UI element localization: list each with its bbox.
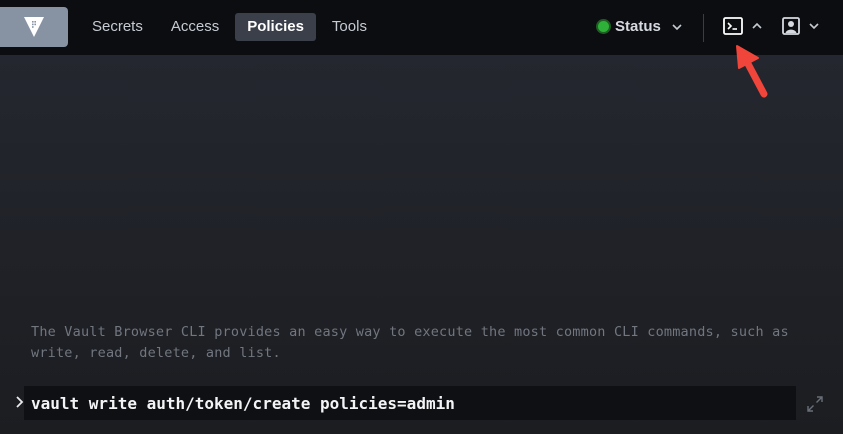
chevron-down-icon xyxy=(672,23,682,30)
top-navigation-bar: Secrets Access Policies Tools Status xyxy=(0,0,843,55)
user-menu-button[interactable] xyxy=(782,17,820,35)
status-label: Status xyxy=(615,18,661,35)
user-icon xyxy=(782,17,800,35)
cli-prompt-row xyxy=(0,386,843,420)
status-indicator xyxy=(598,21,609,32)
nav-tools[interactable]: Tools xyxy=(320,13,379,41)
header-divider xyxy=(703,14,704,42)
expand-icon xyxy=(807,396,823,412)
chevron-down-icon xyxy=(809,23,819,30)
nav-access[interactable]: Access xyxy=(159,13,231,41)
expand-cli-button[interactable] xyxy=(806,395,824,418)
cli-help-text: The Vault Browser CLI provides an easy w… xyxy=(31,324,789,361)
cli-command-input[interactable] xyxy=(24,386,796,420)
terminal-icon xyxy=(723,17,743,35)
browser-cli-panel xyxy=(0,55,843,434)
console-toggle-button[interactable] xyxy=(723,17,763,35)
annotation-arrow xyxy=(736,45,768,98)
chevron-up-icon xyxy=(752,22,762,29)
status-menu[interactable]: Status xyxy=(598,18,683,35)
vault-logo[interactable] xyxy=(0,7,68,47)
nav-policies[interactable]: Policies xyxy=(235,13,316,41)
nav-secrets[interactable]: Secrets xyxy=(80,13,155,41)
vault-logo-icon xyxy=(24,17,44,37)
main-nav: Secrets Access Policies Tools xyxy=(80,13,379,41)
